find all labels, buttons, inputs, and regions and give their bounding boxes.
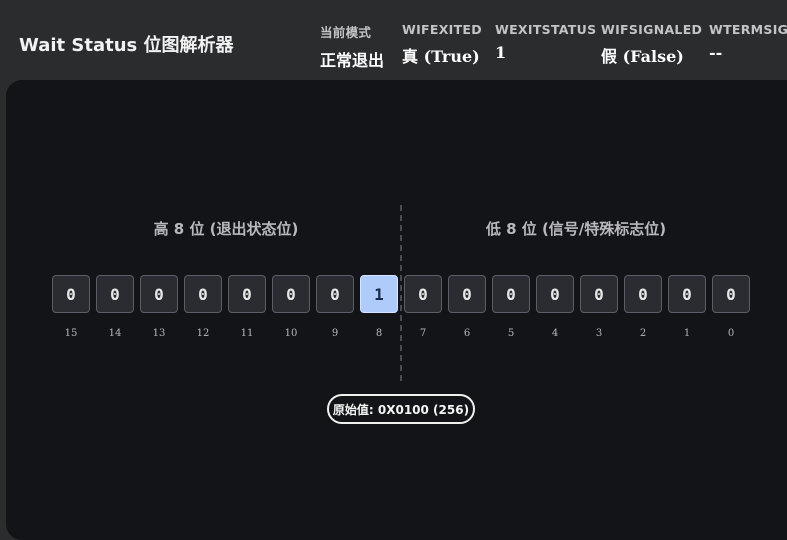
stat-wifexited: WIFEXITED 真 (True) — [402, 22, 482, 67]
stat-wtermsig: WTERMSIG -- — [709, 22, 787, 62]
bit-cell-8[interactable]: 1 — [360, 275, 398, 313]
bit-cell-6[interactable]: 0 — [448, 275, 486, 313]
bit-index-label: 0 — [727, 328, 735, 339]
bit-cell-3[interactable]: 0 — [580, 275, 618, 313]
bit-index-label: 3 — [595, 328, 603, 339]
raw-value-badge: 原始值: 0X0100 (256) — [327, 394, 475, 424]
bit-index-label: 10 — [284, 328, 298, 339]
bit-index-label: 9 — [331, 328, 339, 339]
stat-value: 假 (False) — [601, 47, 684, 66]
bit-cell-13[interactable]: 0 — [140, 275, 178, 313]
bit-cell-7[interactable]: 0 — [404, 275, 442, 313]
stat-label: 当前模式 — [320, 25, 372, 40]
stat-label: WEXITSTATUS — [495, 22, 597, 37]
byte-divider — [400, 205, 402, 381]
high-bits-title: 高 8 位 (退出状态位) — [153, 220, 299, 238]
bit-index-label: 8 — [375, 328, 383, 339]
bit-cell-14[interactable]: 0 — [96, 275, 134, 313]
bit-cell-9[interactable]: 0 — [316, 275, 354, 313]
stat-value: 真 (True) — [402, 47, 480, 66]
low-bits-title: 低 8 位 (信号/特殊标志位) — [485, 220, 667, 238]
stat-mode: 当前模式 正常退出 — [320, 22, 384, 71]
bit-cell-10[interactable]: 0 — [272, 275, 310, 313]
bit-cell-11[interactable]: 0 — [228, 275, 266, 313]
bit-index-label: 7 — [419, 328, 427, 339]
stat-label: WIFSIGNALED — [601, 22, 703, 37]
bit-index-label: 2 — [639, 328, 647, 339]
stat-wexitstatus: WEXITSTATUS 1 — [495, 22, 596, 62]
bit-index-label: 5 — [507, 328, 515, 339]
bit-index-label: 4 — [551, 328, 559, 339]
bit-cell-2[interactable]: 0 — [624, 275, 662, 313]
stat-value: -- — [709, 43, 723, 62]
stat-value: 1 — [495, 43, 507, 62]
bit-cell-5[interactable]: 0 — [492, 275, 530, 313]
bit-index-label: 6 — [463, 328, 471, 339]
bit-cell-12[interactable]: 0 — [184, 275, 222, 313]
bit-index-label: 1 — [683, 328, 691, 339]
bit-cell-15[interactable]: 0 — [52, 275, 90, 313]
bit-index-label: 12 — [196, 328, 210, 339]
bit-index-label: 11 — [240, 328, 254, 339]
stat-label: WTERMSIG — [709, 22, 787, 37]
header-bar: Wait Status 位图解析器 当前模式 正常退出 WIFEXITED 真 … — [0, 0, 787, 80]
bit-index-label: 15 — [64, 328, 78, 339]
bit-cell-0[interactable]: 0 — [712, 275, 750, 313]
stat-value: 正常退出 — [320, 51, 385, 70]
bit-cell-4[interactable]: 0 — [536, 275, 574, 313]
stat-label: WIFEXITED — [402, 22, 482, 37]
stat-wifsignaled: WIFSIGNALED 假 (False) — [601, 22, 702, 67]
bit-cell-1[interactable]: 0 — [668, 275, 706, 313]
bit-index-label: 14 — [108, 328, 122, 339]
bit-index-label: 13 — [152, 328, 166, 339]
app-title: Wait Status 位图解析器 — [19, 35, 234, 56]
